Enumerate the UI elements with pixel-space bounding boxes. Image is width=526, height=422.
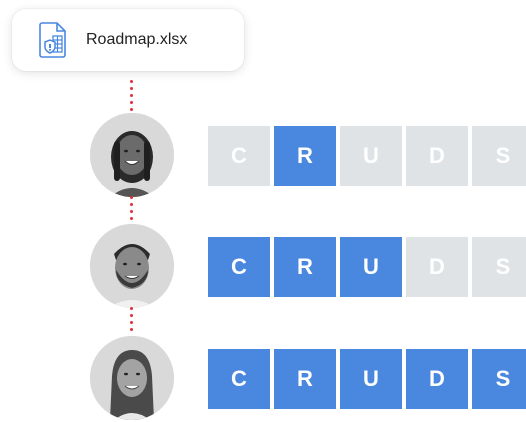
permission-r[interactable]: R [274,126,336,186]
connector-dots [130,80,133,115]
permission-row-2: C R U D S [208,237,526,297]
connector-dots [130,307,133,335]
user-row: C R U D S [90,224,526,308]
permission-r[interactable]: R [274,349,336,409]
permission-s[interactable]: S [472,349,526,409]
permission-u[interactable]: U [340,349,402,409]
spreadsheet-lock-icon [32,20,72,60]
permission-d[interactable]: D [406,237,468,297]
permission-c[interactable]: C [208,126,270,186]
permission-c[interactable]: C [208,237,270,297]
permission-row-1: C R U D S [208,126,526,186]
permission-s[interactable]: S [472,126,526,186]
user-row: C R U D S [90,336,526,420]
permission-u[interactable]: U [340,126,402,186]
file-name: Roadmap.xlsx [86,31,188,48]
permission-row-3: C R U D S [208,349,526,409]
permission-d[interactable]: D [406,349,468,409]
avatar[interactable] [90,336,174,420]
avatar[interactable] [90,113,174,197]
user-row: C R U D S [90,113,526,197]
permission-r[interactable]: R [274,237,336,297]
permission-diagram: Roadmap.xlsx C R U D S C R U D S C R U D… [0,0,526,422]
file-card[interactable]: Roadmap.xlsx [12,9,244,71]
avatar[interactable] [90,224,174,308]
connector-dots [130,196,133,224]
permission-u[interactable]: U [340,237,402,297]
permission-s[interactable]: S [472,237,526,297]
permission-c[interactable]: C [208,349,270,409]
permission-d[interactable]: D [406,126,468,186]
